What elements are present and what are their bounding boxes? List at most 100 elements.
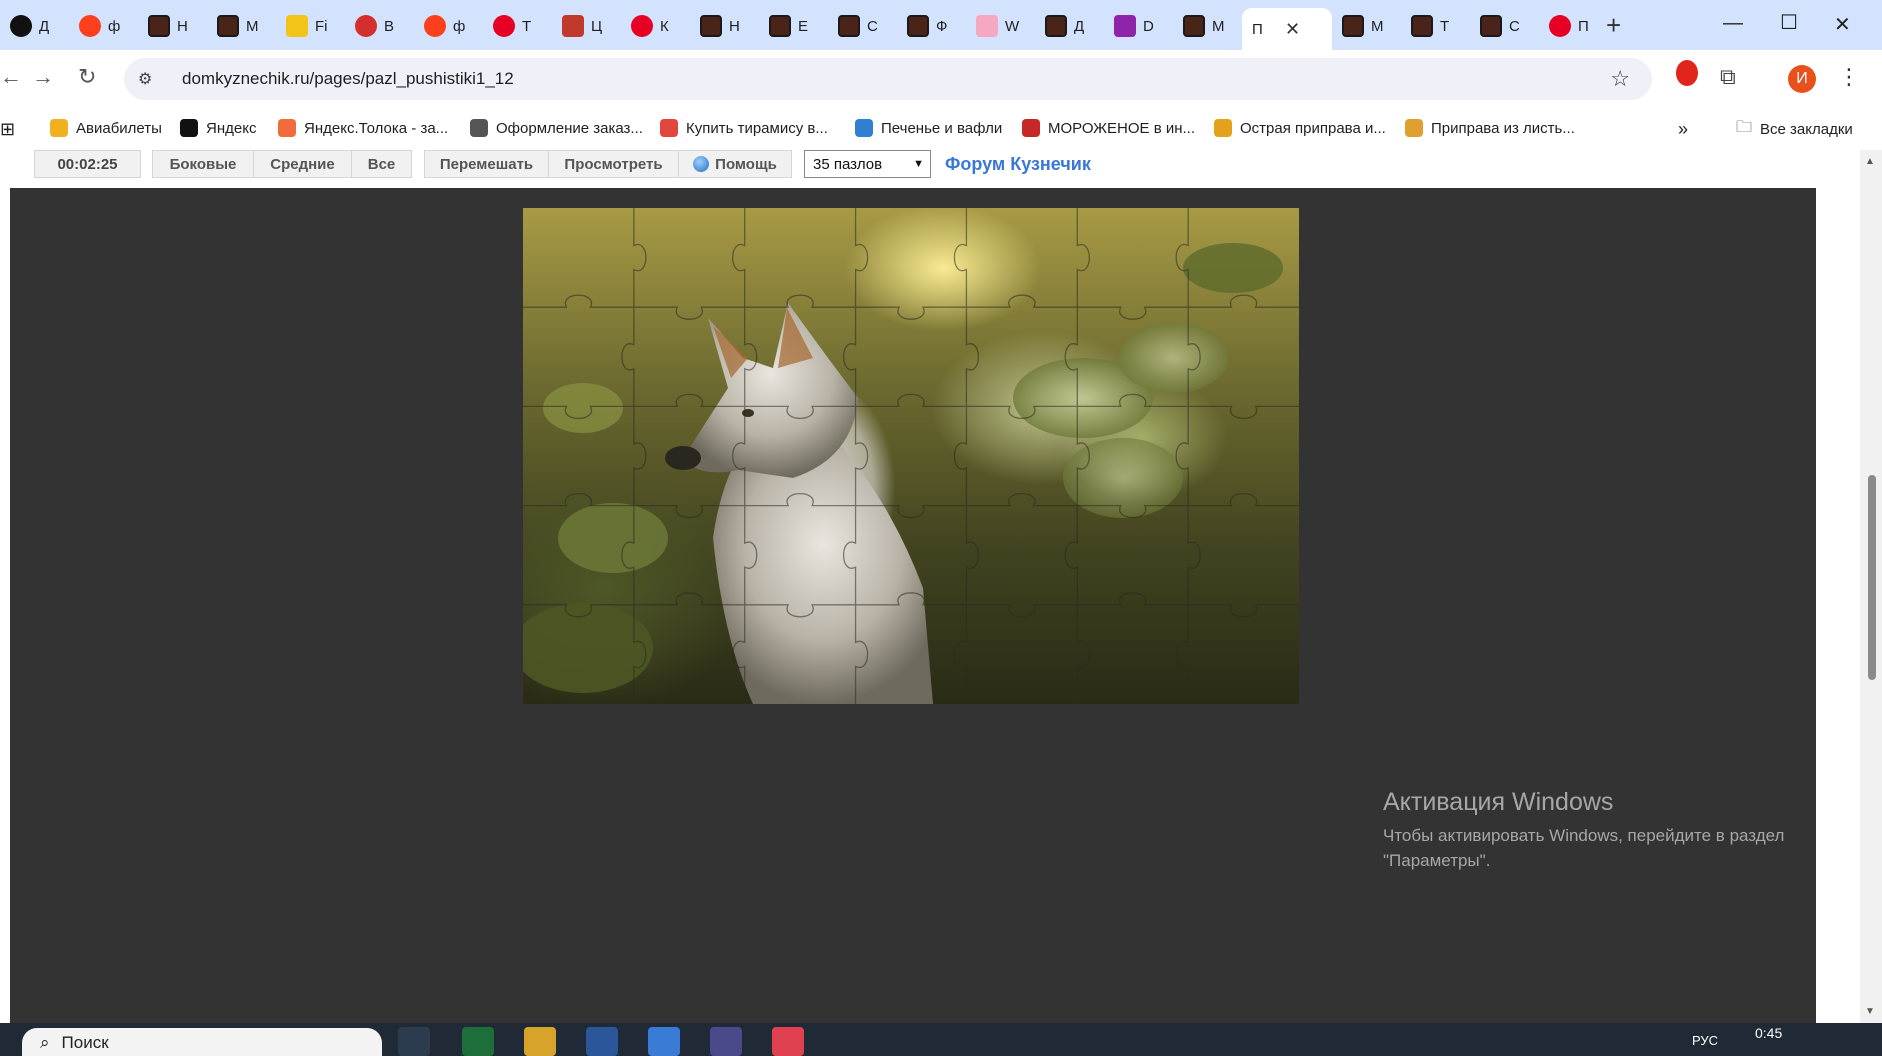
tab-12[interactable]: С — [828, 8, 897, 44]
tab-6[interactable]: ф — [414, 8, 483, 44]
all-pieces-button[interactable]: Все — [351, 150, 412, 178]
search-icon: ⌕ — [40, 1033, 50, 1052]
store-taskbar-icon[interactable] — [648, 1027, 680, 1056]
bookmark-label: Авиабилеты — [76, 119, 162, 137]
bookmark-label: МОРОЖЕНОЕ в ин... — [1048, 119, 1196, 137]
explorer-taskbar-icon[interactable] — [524, 1027, 556, 1056]
browser-toolbar: ← → ↻ ⚙ domkyznechik.ru/pages/pazl_pushi… — [0, 50, 1882, 108]
chrome-taskbar-icon[interactable] — [398, 1027, 430, 1056]
site-favicon-icon — [1480, 15, 1502, 37]
purple-favicon-icon — [1114, 15, 1136, 37]
bookmark-item[interactable]: Острая приправа и... — [1214, 119, 1386, 137]
profile-avatar[interactable]: И — [1788, 65, 1816, 93]
bookmark-item[interactable]: Оформление заказ... — [470, 119, 643, 137]
extensions-icon[interactable]: ⧉ — [1720, 64, 1736, 90]
tab-21[interactable]: С — [1470, 8, 1539, 44]
language-indicator[interactable]: РУС — [1692, 1033, 1718, 1048]
middle-pieces-button[interactable]: Средние — [253, 150, 352, 178]
tab-17[interactable]: М — [1173, 8, 1242, 44]
pinterest-icon — [493, 15, 515, 37]
tab-22[interactable]: П — [1539, 8, 1608, 44]
site-favicon-icon — [217, 15, 239, 37]
tab-18[interactable]: П ✕ — [1242, 8, 1332, 50]
close-tab-icon[interactable]: ✕ — [1285, 19, 1300, 40]
forward-icon[interactable]: → — [32, 64, 54, 90]
taskbar-search[interactable]: ⌕ Поиск — [22, 1028, 382, 1056]
bookmark-favicon-icon — [1214, 119, 1232, 137]
tab-11[interactable]: Е — [759, 8, 828, 44]
scroll-down-icon[interactable]: ▼ — [1865, 1006, 1875, 1017]
watermark-line2: "Параметры". — [1383, 851, 1491, 870]
star-favicon-icon — [562, 15, 584, 37]
forum-link[interactable]: Форум Кузнечик — [945, 150, 1091, 178]
tab-2[interactable]: Н — [138, 8, 207, 44]
site-favicon-icon — [1183, 15, 1205, 37]
taskbar-search-label: Поиск — [61, 1033, 109, 1052]
bookmark-star-icon[interactable]: ☆ — [1610, 66, 1630, 92]
bookmark-item[interactable]: Яндекс.Толока - за... — [278, 119, 448, 137]
bookmarks-bar: ⊞ Авиабилеты Яндекс Яндекс.Толока - за... О… — [0, 108, 1882, 150]
all-bookmarks-button[interactable]: 🗀 Все закладки — [1736, 116, 1853, 143]
bookmark-item[interactable]: Печенье и вафли — [855, 119, 1002, 137]
preview-button[interactable]: Просмотреть — [548, 150, 679, 178]
tab-0[interactable]: Д — [0, 8, 69, 44]
pieces-count-select[interactable]: 35 пазлов ▼ — [804, 150, 931, 178]
tab-10[interactable]: Н — [690, 8, 759, 44]
tab-strip: Дф Н М Fi Вф Т Ц К Н Е С Ф W Д D М П ✕ М Т С П + — ☐ ✕ — [0, 0, 1882, 50]
puzzle-controls: 00:02:25 Боковые Средние Все Перемешать … — [0, 150, 1860, 188]
bookmark-item[interactable]: Яндекс — [180, 119, 256, 137]
bookmark-favicon-icon — [660, 119, 678, 137]
tab-15[interactable]: Д — [1035, 8, 1104, 44]
site-favicon-icon — [1411, 15, 1433, 37]
tab-8[interactable]: Ц — [552, 8, 621, 44]
page-scrollbar[interactable]: ▲ ▼ — [1860, 150, 1882, 1023]
tab-16[interactable]: D — [1104, 8, 1173, 44]
apps-icon[interactable]: ⊞ — [0, 119, 15, 140]
tab-13[interactable]: Ф — [897, 8, 966, 44]
bookmark-item[interactable]: Авиабилеты — [50, 119, 162, 137]
tab-19[interactable]: М — [1332, 8, 1401, 44]
bookmark-item[interactable]: Приправа из листь... — [1405, 119, 1575, 137]
edge-pieces-button[interactable]: Боковые — [152, 150, 254, 178]
bookmark-item[interactable]: Купить тирамису в... — [660, 119, 828, 137]
excel-taskbar-icon[interactable] — [462, 1027, 494, 1056]
site-info-icon[interactable]: ⚙ — [138, 69, 164, 89]
pinterest-icon — [631, 15, 653, 37]
clock[interactable]: 0:45 — [1755, 1025, 1782, 1041]
back-icon[interactable]: ← — [0, 64, 22, 90]
new-tab-button[interactable]: + — [1606, 10, 1621, 41]
address-bar[interactable]: ⚙ domkyznechik.ru/pages/pazl_pushistiki1… — [124, 58, 1652, 100]
yandex-plus-icon — [10, 15, 32, 37]
bookmark-favicon-icon — [50, 119, 68, 137]
opera-adblock-icon[interactable] — [1676, 60, 1698, 92]
tab-14[interactable]: W — [966, 8, 1035, 44]
tab-9[interactable]: К — [621, 8, 690, 44]
music-taskbar-icon[interactable] — [772, 1027, 804, 1056]
tab-label: В — [384, 17, 395, 35]
site-favicon-icon — [907, 15, 929, 37]
tab-7[interactable]: Т — [483, 8, 552, 44]
close-window-icon[interactable]: ✕ — [1834, 12, 1851, 37]
reload-icon[interactable]: ↻ — [78, 64, 96, 90]
menu-dots-icon[interactable]: ⋮ — [1838, 64, 1860, 90]
tab-1[interactable]: ф — [69, 8, 138, 44]
tab-5[interactable]: В — [345, 8, 414, 44]
tab-3[interactable]: М — [207, 8, 276, 44]
help-button[interactable]: Помощь — [678, 150, 792, 178]
word-taskbar-icon[interactable] — [586, 1027, 618, 1056]
page-content: 00:02:25 Боковые Средние Все Перемешать … — [0, 150, 1860, 1023]
maximize-icon[interactable]: ☐ — [1780, 10, 1798, 35]
tab-4[interactable]: Fi — [276, 8, 345, 44]
site-favicon-icon — [1045, 15, 1067, 37]
minimize-icon[interactable]: — — [1723, 12, 1743, 35]
tab-20[interactable]: Т — [1401, 8, 1470, 44]
scroll-up-icon[interactable]: ▲ — [1865, 156, 1875, 167]
pieces-count-value: 35 пазлов — [813, 155, 883, 173]
watermark-title: Активация Windows — [1383, 788, 1614, 816]
puzzle-board[interactable] — [523, 208, 1299, 704]
app-taskbar-icon[interactable] — [710, 1027, 742, 1056]
more-bookmarks-button[interactable]: » — [1678, 119, 1688, 140]
shuffle-button[interactable]: Перемешать — [424, 150, 549, 178]
scrollbar-thumb[interactable] — [1868, 475, 1876, 680]
bookmark-item[interactable]: МОРОЖЕНОЕ в ин... — [1022, 119, 1195, 137]
